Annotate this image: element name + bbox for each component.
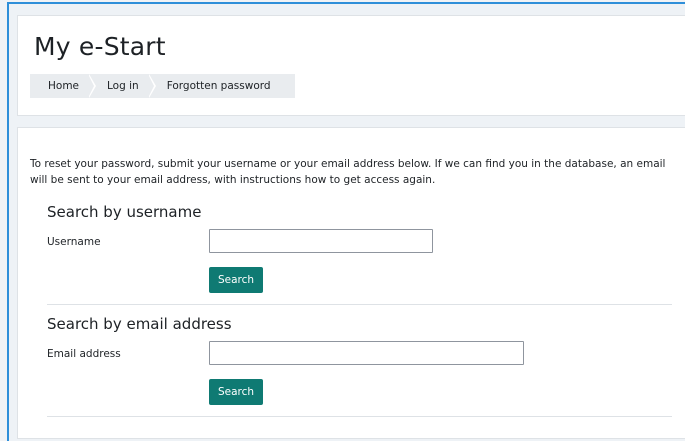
breadcrumb-label: Log in [107, 80, 139, 92]
username-input[interactable] [209, 229, 433, 253]
username-label: Username [47, 236, 101, 248]
email-input[interactable] [209, 341, 524, 365]
search-email-button[interactable]: Search [209, 379, 264, 405]
email-label: Email address [47, 348, 121, 360]
section-divider [47, 416, 672, 417]
main-content: To reset your password, submit your user… [17, 127, 685, 439]
intro-text: To reset your password, submit your user… [30, 158, 666, 186]
page-title: My e-Start [34, 32, 166, 61]
breadcrumb-separator-fill [88, 74, 95, 98]
breadcrumb-label: Home [48, 80, 80, 92]
search-username-button[interactable]: Search [209, 267, 264, 293]
username-section-title: Search by username [47, 203, 202, 221]
breadcrumb-login-link[interactable]: Log in [89, 74, 156, 98]
breadcrumb-home-link[interactable]: Home [30, 74, 97, 98]
breadcrumb-label: Forgotten password [166, 80, 271, 92]
breadcrumb-current: Forgotten password [149, 74, 281, 98]
section-divider [47, 304, 672, 305]
breadcrumb-separator-fill [147, 74, 154, 98]
breadcrumb: Home Log in Forgotten password [30, 74, 295, 98]
page-header: My e-Start Home Log in Forgotten passwor… [17, 15, 685, 116]
email-section-title: Search by email address [47, 315, 232, 333]
